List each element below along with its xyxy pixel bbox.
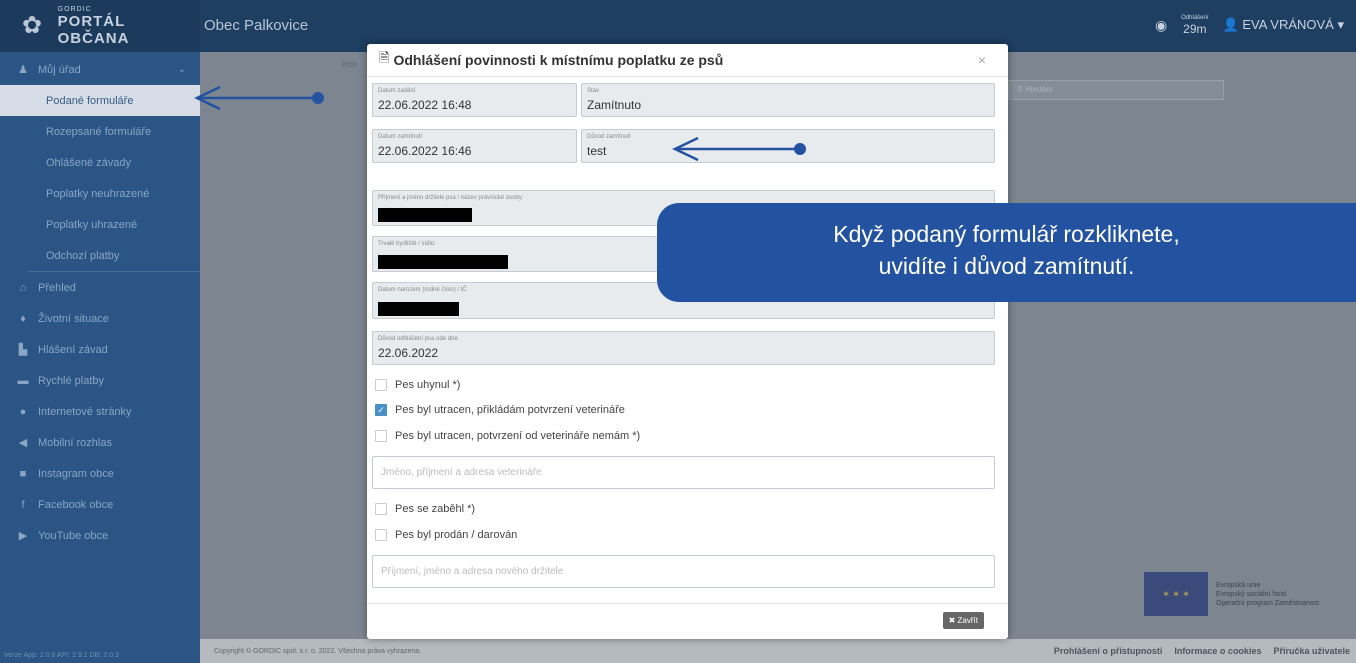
arrow-dot <box>312 92 324 104</box>
info-callout: Když podaný formulář rozkliknete, uvidít… <box>657 203 1356 302</box>
annotation-arrows <box>194 85 806 162</box>
arrow-to-reason <box>672 136 800 162</box>
arrow-to-sidebar <box>194 85 318 111</box>
arrow-dot <box>794 143 806 155</box>
